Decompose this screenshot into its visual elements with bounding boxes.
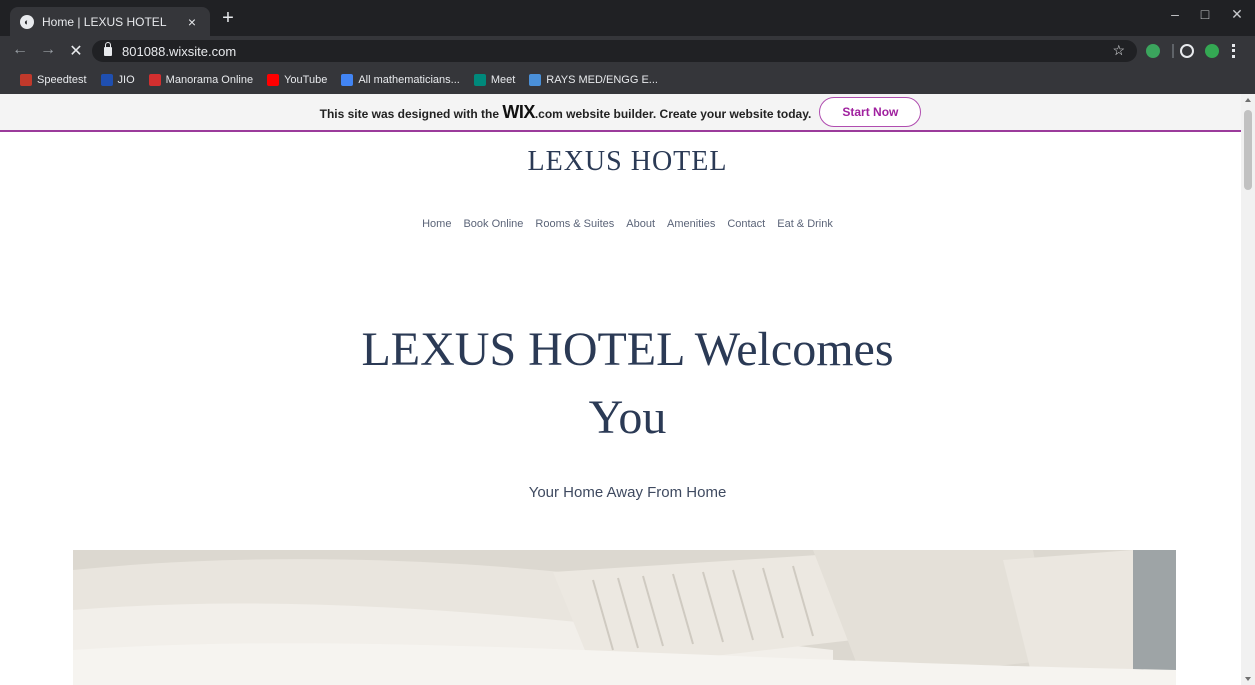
browser-toolbar: ← → ✕ 801088.wixsite.com ☆ <box>0 36 1255 66</box>
tab-close-icon[interactable]: × <box>184 14 200 30</box>
google-icon <box>341 74 354 86</box>
page-scrollbar[interactable] <box>1241 94 1255 685</box>
bookmark-item[interactable]: All mathematicians... <box>341 74 460 86</box>
site-favicon-icon: ◐ <box>20 14 34 29</box>
nav-link-contact[interactable]: Contact <box>727 218 765 230</box>
nav-link-about[interactable]: About <box>626 218 655 230</box>
shield-extension-icon[interactable] <box>1205 44 1219 58</box>
site-logo-title[interactable]: LEXUS HOTEL <box>0 146 1255 178</box>
page-viewport: This site was designed with the WIX.com … <box>0 94 1255 685</box>
bookmark-label: Meet <box>490 74 516 86</box>
manorama-icon <box>148 74 161 86</box>
bookmark-label: Manorama Online <box>165 74 254 86</box>
hero-subtitle: Your Home Away From Home <box>528 484 727 501</box>
stop-loading-icon[interactable]: ✕ <box>66 41 86 61</box>
bookmark-label: All mathematicians... <box>358 74 460 86</box>
hero-heading-line2: You <box>588 391 667 444</box>
scroll-up-arrow-icon[interactable] <box>1245 98 1251 102</box>
new-tab-icon[interactable]: + <box>218 8 238 28</box>
meet-icon <box>473 74 486 86</box>
youtube-icon <box>267 74 280 86</box>
nav-link-book-online[interactable]: Book Online <box>463 218 523 230</box>
bookmarks-bar: Speedtest JIO Manorama Online YouTube All ma… <box>0 66 1255 94</box>
bookmark-item[interactable]: Meet <box>473 74 516 86</box>
minimize-icon[interactable]: – <box>1160 6 1190 22</box>
bookmark-star-icon[interactable]: ☆ <box>1112 42 1125 59</box>
bookmark-label: YouTube <box>284 74 328 86</box>
browser-tab-strip: ◐ Home | LEXUS HOTEL × + – □ ✕ <box>0 0 1255 36</box>
back-arrow-icon[interactable]: ← <box>10 41 30 59</box>
close-window-icon[interactable]: ✕ <box>1222 6 1252 23</box>
wix-logo[interactable]: WIX <box>502 102 535 122</box>
tab-title: Home | LEXUS HOTEL <box>42 14 167 29</box>
toolbar-divider <box>1172 44 1174 58</box>
doc-icon <box>529 74 542 86</box>
address-bar[interactable]: 801088.wixsite.com ☆ <box>92 40 1137 62</box>
wix-promo-banner: This site was designed with the WIX.com … <box>0 94 1241 132</box>
bed-pillows-illustration <box>73 550 1176 685</box>
wix-banner-text-after: .com website builder. Create your websit… <box>534 106 812 121</box>
jio-icon <box>100 74 113 86</box>
bookmark-item[interactable]: YouTube <box>267 74 327 86</box>
maximize-icon[interactable]: □ <box>1190 6 1220 22</box>
hero-heading: LEXUS HOTEL Welcomes You <box>0 316 1255 452</box>
hero-bed-image <box>73 550 1176 685</box>
bookmark-item[interactable]: Speedtest <box>20 74 87 86</box>
nav-link-eat-drink[interactable]: Eat & Drink <box>777 218 833 230</box>
nav-link-rooms-suites[interactable]: Rooms & Suites <box>535 218 614 230</box>
site-nav: Home Book Online Rooms & Suites About Amenit… <box>0 218 1255 230</box>
speedtest-icon <box>20 74 32 86</box>
url-text: 801088.wixsite.com <box>122 43 237 59</box>
lock-icon[interactable] <box>104 41 112 56</box>
wix-banner-text-before: This site was designed with the <box>319 106 503 121</box>
start-now-button[interactable]: Start Now <box>819 97 922 127</box>
forward-arrow-icon[interactable]: → <box>38 41 58 59</box>
bookmark-item[interactable]: RAYS MED/ENGG E... <box>529 74 658 86</box>
bookmark-item[interactable]: Manorama Online <box>148 74 254 86</box>
bookmark-label: Speedtest <box>37 74 87 86</box>
scroll-down-arrow-icon[interactable] <box>1245 677 1251 681</box>
bookmark-item[interactable]: JIO <box>100 74 135 86</box>
hero-heading-line1: LEXUS HOTEL Welcomes <box>361 323 894 376</box>
nav-link-home[interactable]: Home <box>422 218 451 230</box>
wix-banner-text: This site was designed with the WIX.com … <box>320 102 812 123</box>
scrollbar-thumb[interactable] <box>1244 110 1252 190</box>
browser-tab[interactable]: ◐ Home | LEXUS HOTEL × <box>10 7 210 36</box>
nav-link-amenities[interactable]: Amenities <box>667 218 715 230</box>
profile-icon[interactable] <box>1180 44 1194 58</box>
menu-dots-icon[interactable] <box>1232 44 1235 58</box>
bookmark-label: RAYS MED/ENGG E... <box>546 74 658 86</box>
bookmark-label: JIO <box>117 74 135 86</box>
adblock-extension-icon[interactable] <box>1146 44 1160 58</box>
